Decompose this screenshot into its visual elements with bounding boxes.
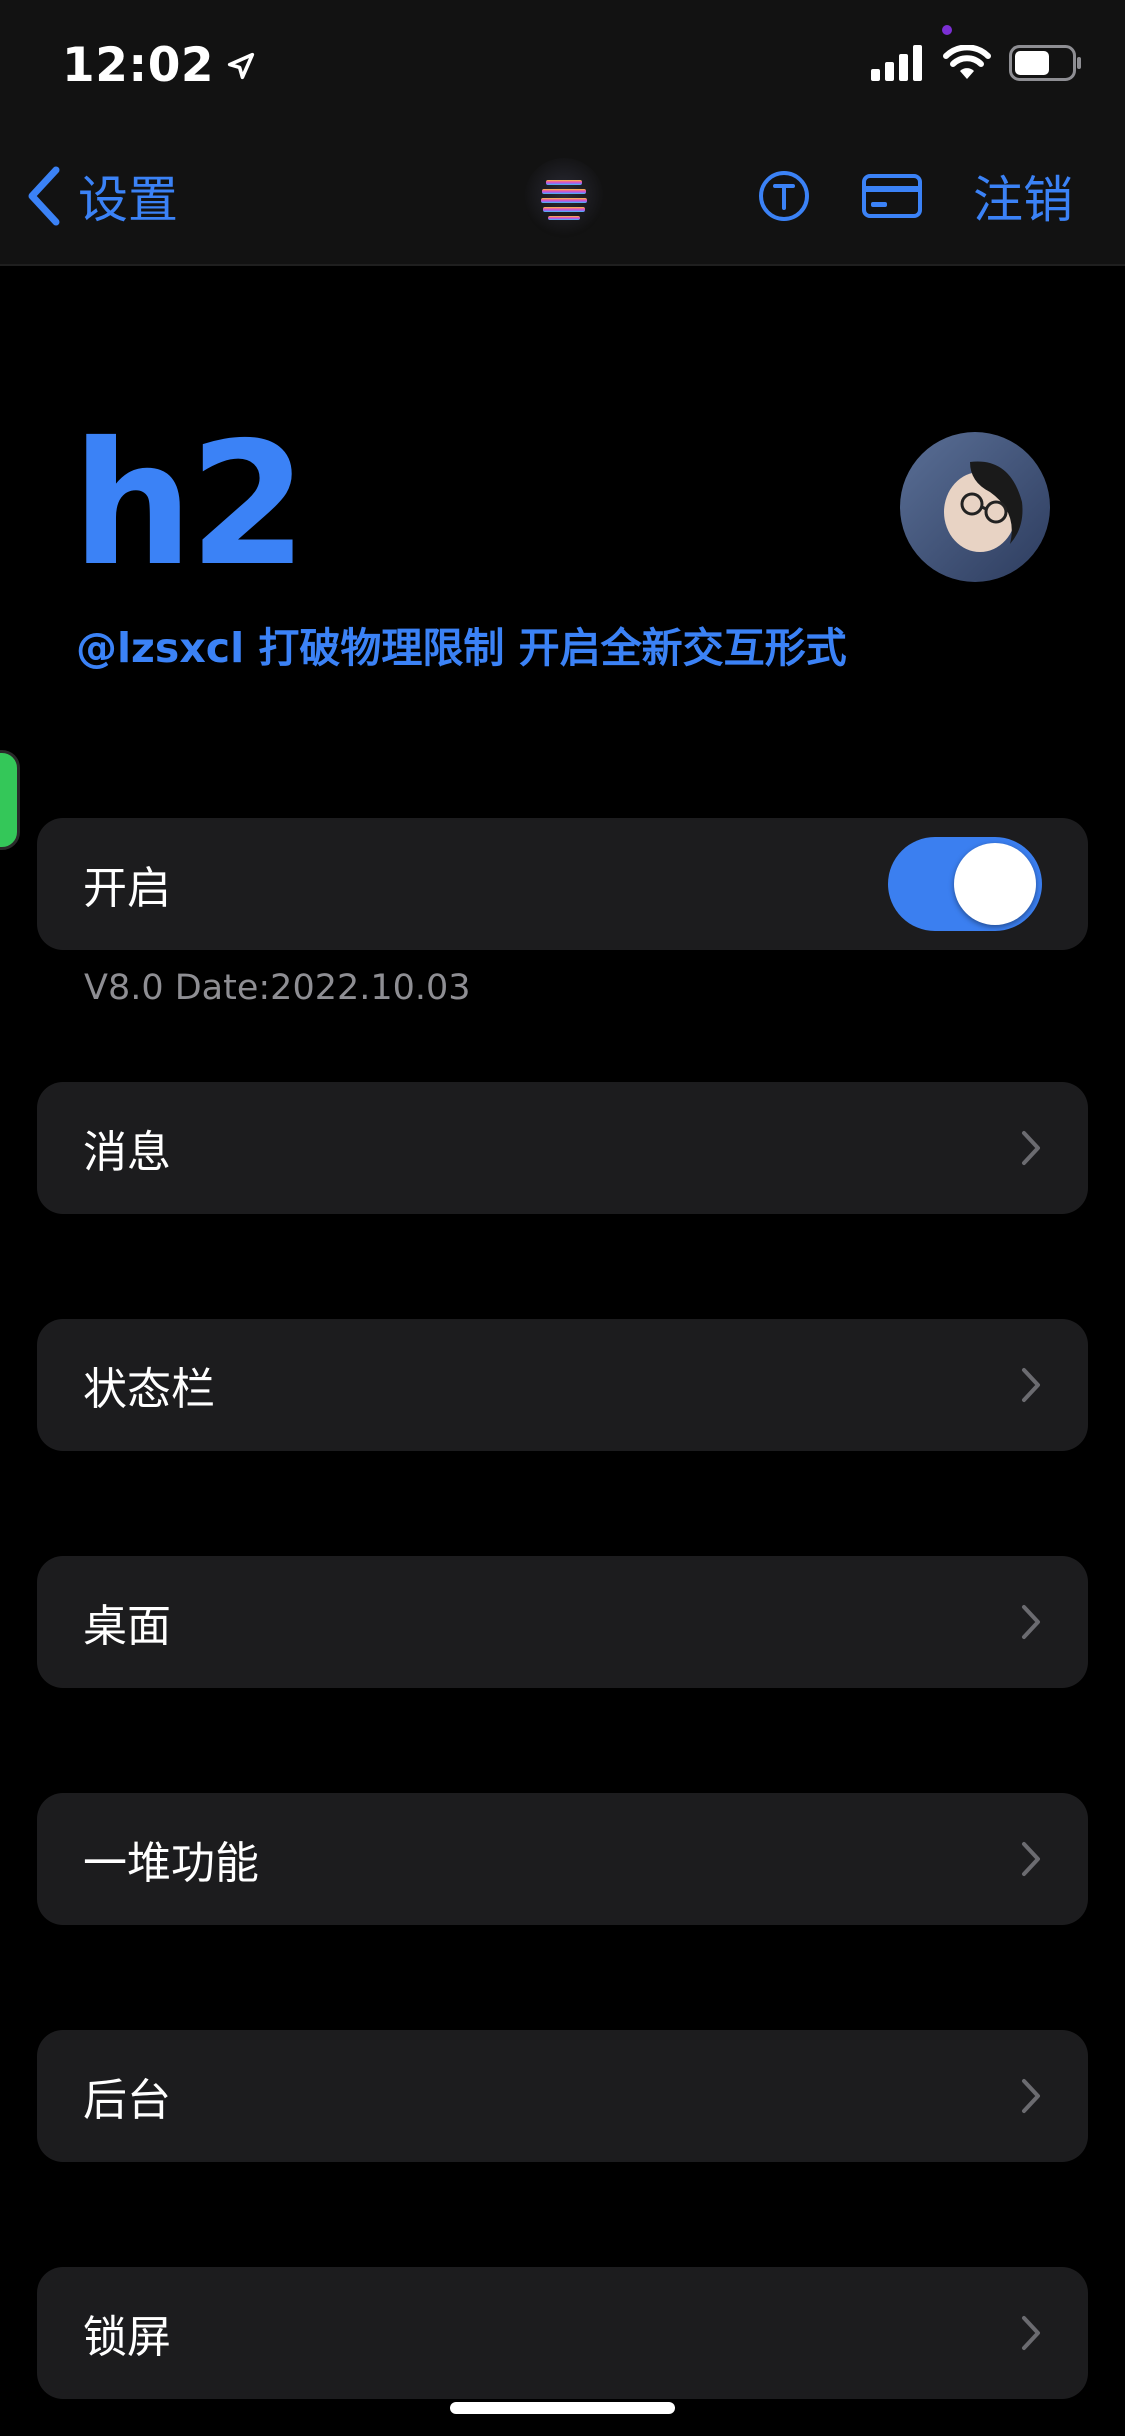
- chevron-right-icon: [1022, 1605, 1040, 1639]
- status-icons: [871, 45, 1083, 81]
- menu-row-background[interactable]: 后台: [37, 2030, 1088, 2162]
- back-button[interactable]: 设置: [24, 160, 178, 232]
- menu-row-label: 消息: [83, 1127, 171, 1178]
- profile-title: h2: [72, 406, 307, 604]
- chevron-right-icon: [1022, 2079, 1040, 2113]
- chevron-right-icon: [1022, 1842, 1040, 1876]
- status-time-text: 12:02: [62, 38, 215, 93]
- version-text: V8.0 Date:2022.10.03: [84, 968, 471, 1008]
- menu-row-status-bar[interactable]: 状态栏: [37, 1319, 1088, 1451]
- battery-icon: [1009, 45, 1081, 81]
- menu-row-label: 后台: [83, 2075, 171, 2126]
- chevron-left-icon: [28, 166, 60, 226]
- side-floating-tab[interactable]: [0, 750, 20, 850]
- menu-row-label: 状态栏: [83, 1364, 215, 1415]
- text-t-circle-icon[interactable]: [757, 169, 811, 223]
- menu-row-label: 一堆功能: [83, 1838, 259, 1889]
- menu-row-features[interactable]: 一堆功能: [37, 1793, 1088, 1925]
- wifi-icon: [943, 45, 991, 79]
- enable-row-label: 开启: [83, 863, 171, 914]
- home-indicator[interactable]: [450, 2402, 675, 2414]
- menu-row-lock-screen[interactable]: 锁屏: [37, 2267, 1088, 2399]
- card-icon[interactable]: [861, 173, 923, 219]
- enable-toggle[interactable]: [888, 837, 1042, 931]
- avatar-face-icon: [944, 461, 1023, 552]
- cellular-signal-icon: [871, 45, 922, 81]
- settings-screen: 12:02 设置 注销 h2 @lzsxcl 打破物理限制 开启全新交互形式 开…: [0, 0, 1125, 2436]
- avatar[interactable]: [900, 432, 1050, 582]
- menu-row-messages[interactable]: 消息: [37, 1082, 1088, 1214]
- profile-subtitle: @lzsxcl 打破物理限制 开启全新交互形式: [76, 624, 847, 672]
- nav-actions: 注销: [757, 160, 1073, 232]
- back-button-label: 设置: [78, 171, 178, 229]
- chevron-right-icon: [1022, 1368, 1040, 1402]
- privacy-indicator-dot: [942, 25, 952, 35]
- toggle-knob: [954, 843, 1036, 925]
- enable-row: 开启: [37, 818, 1088, 950]
- status-time: 12:02: [62, 38, 258, 93]
- menu-row-desktop[interactable]: 桌面: [37, 1556, 1088, 1688]
- menu-row-label: 锁屏: [83, 2312, 171, 2363]
- menu-row-label: 桌面: [83, 1601, 171, 1652]
- header: 12:02 设置 注销: [0, 0, 1125, 266]
- logout-button[interactable]: 注销: [973, 160, 1073, 232]
- chevron-right-icon: [1022, 1131, 1040, 1165]
- chevron-right-icon: [1022, 2316, 1040, 2350]
- location-arrow-icon: [228, 52, 255, 79]
- logo-stripes-icon: [541, 180, 587, 220]
- app-logo-icon: [524, 158, 604, 238]
